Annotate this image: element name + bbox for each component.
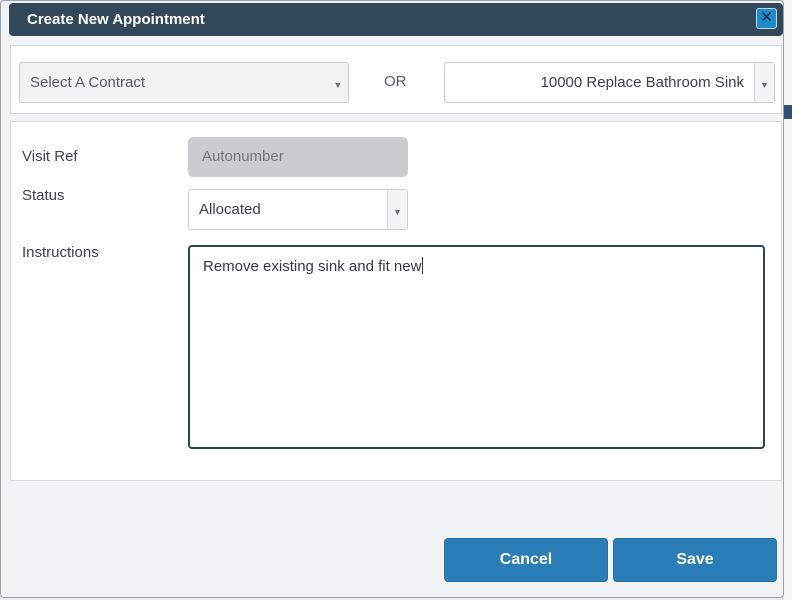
close-button[interactable]: ✕ — [756, 8, 777, 29]
close-icon: ✕ — [760, 9, 773, 26]
chevron-down-icon: ▼ — [333, 80, 343, 90]
status-select[interactable]: Allocated ▼ — [188, 189, 408, 230]
visit-ref-field: Autonumber — [188, 137, 408, 177]
status-label: Status — [22, 187, 65, 204]
background-header-bar — [783, 105, 792, 119]
create-appointment-dialog: Create New Appointment ✕ Select A Contra… — [0, 0, 784, 598]
contract-select-value: Select A Contract — [30, 74, 146, 91]
contract-select[interactable]: Select A Contract ▼ — [19, 62, 349, 103]
job-select[interactable]: 10000 Replace Bathroom Sink ▼ — [444, 62, 775, 103]
dialog-titlebar: Create New Appointment ✕ — [9, 3, 783, 36]
or-label: OR — [384, 73, 407, 90]
instructions-label: Instructions — [22, 244, 99, 261]
appointment-details-panel: Visit Ref Autonumber Status Allocated ▼ … — [10, 121, 782, 481]
instructions-text: Remove existing sink and fit new — [203, 258, 422, 275]
save-button[interactable]: Save — [613, 538, 777, 582]
chevron-down-icon[interactable]: ▼ — [754, 63, 774, 102]
text-caret — [422, 257, 424, 274]
dialog-title: Create New Appointment — [27, 11, 205, 28]
visit-ref-label: Visit Ref — [22, 148, 78, 165]
cancel-button[interactable]: Cancel — [444, 538, 608, 582]
chevron-down-icon[interactable]: ▼ — [387, 190, 407, 229]
instructions-textarea[interactable]: Remove existing sink and fit new — [188, 245, 765, 449]
contract-selection-panel: Select A Contract ▼ OR 10000 Replace Bat… — [10, 45, 782, 114]
status-select-value: Allocated — [199, 201, 261, 218]
job-select-value: 10000 Replace Bathroom Sink — [540, 74, 744, 91]
